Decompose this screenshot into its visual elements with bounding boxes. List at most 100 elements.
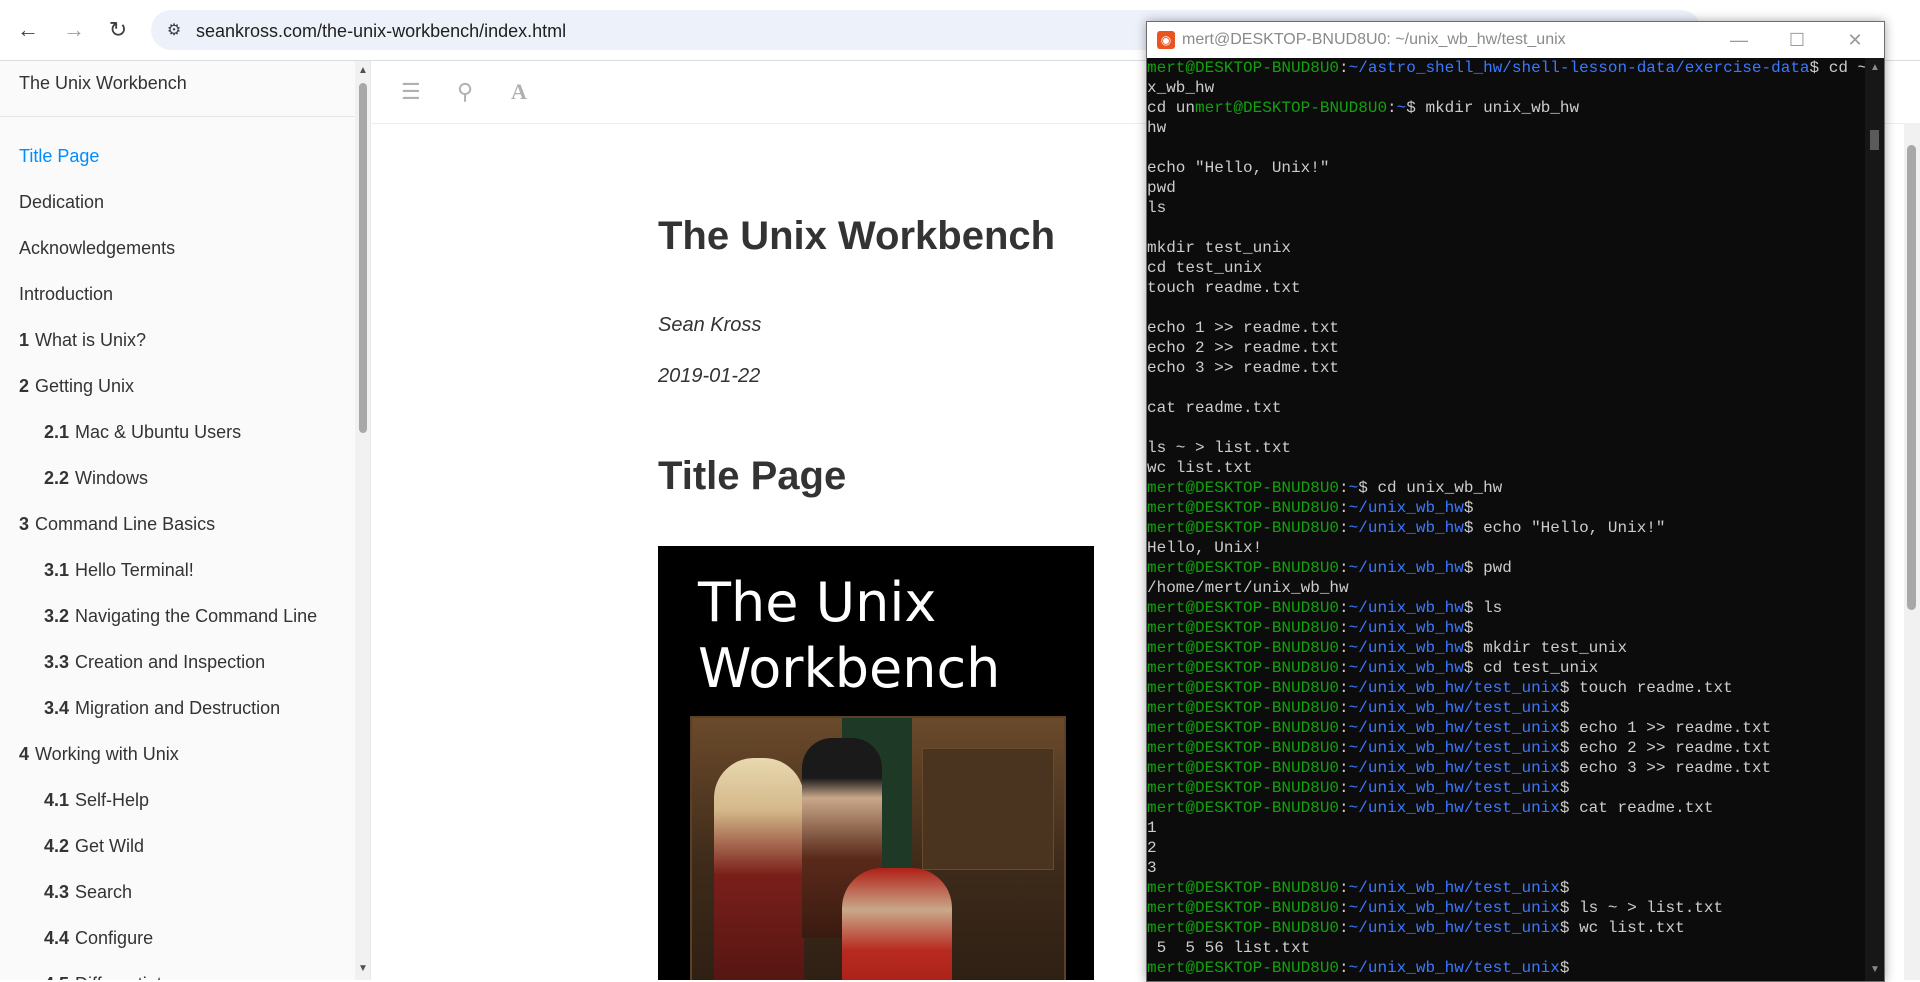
sidebar-item[interactable]: 3.1 Hello Terminal!: [0, 547, 355, 593]
sidebar-item-label: Get Wild: [75, 836, 145, 856]
sidebar-item[interactable]: 2.2 Windows: [0, 455, 355, 501]
sidebar-item[interactable]: 2.1 Mac & Ubuntu Users: [0, 409, 355, 455]
close-icon[interactable]: ✕: [1826, 22, 1884, 58]
sidebar-item-number: 4.4: [44, 928, 70, 948]
terminal-text: $ ls: [1463, 599, 1503, 617]
minimize-icon[interactable]: —: [1710, 22, 1768, 58]
scroll-down-arrow-icon[interactable]: ▼: [358, 963, 368, 974]
terminal-output[interactable]: mert@DESKTOP-BNUD8U0: ~/astro_shell_hw/sh…: [1147, 58, 1865, 981]
terminal-line: mert@DESKTOP-BNUD8U0:~/unix_wb_hw/test_u…: [1147, 898, 1865, 918]
terminal-line: ls: [1147, 198, 1865, 218]
terminal-line: echo 3 >> readme.txt: [1147, 358, 1865, 378]
terminal-text: $ cd ~: [1809, 59, 1865, 77]
terminal-line: mert@DESKTOP-BNUD8U0:~/unix_wb_hw$ mkdir…: [1147, 638, 1865, 658]
sidebar-item[interactable]: 4.1 Self-Help: [0, 777, 355, 823]
terminal-text: 5 5 56 list.txt: [1147, 939, 1311, 957]
search-icon[interactable]: ⚲: [457, 79, 473, 105]
site-info-icon[interactable]: ⚙: [163, 19, 185, 41]
url-text[interactable]: seankross.com/the-unix-workbench/index.h…: [196, 21, 566, 42]
terminal-window[interactable]: ◉ mert@DESKTOP-BNUD8U0: ~/unix_wb_hw/tes…: [1146, 21, 1885, 982]
terminal-line: Hello, Unix!: [1147, 538, 1865, 558]
prompt-path: ~/unix_wb_hw/test_unix: [1348, 739, 1560, 757]
terminal-line: mert@DESKTOP-BNUD8U0:~/unix_wb_hw/test_u…: [1147, 958, 1865, 978]
sidebar-scroll-thumb[interactable]: [359, 83, 367, 433]
sidebar-item[interactable]: Dedication: [0, 179, 355, 225]
terminal-line: 5 5 56 list.txt: [1147, 938, 1865, 958]
terminal-title: mert@DESKTOP-BNUD8U0: ~/unix_wb_hw/test_…: [1182, 31, 1566, 48]
sidebar-item[interactable]: Introduction: [0, 271, 355, 317]
terminal-scroll-thumb[interactable]: [1870, 130, 1879, 150]
sidebar-item[interactable]: 4 Working with Unix: [0, 731, 355, 777]
terminal-line: mert@DESKTOP-BNUD8U0:~/unix_wb_hw/test_u…: [1147, 698, 1865, 718]
sidebar-book-title[interactable]: The Unix Workbench: [19, 73, 187, 94]
prompt-path: ~/unix_wb_hw/test_unix: [1348, 799, 1560, 817]
terminal-text: $: [1559, 959, 1570, 977]
prompt-user: mert@DESKTOP-BNUD8U0: [1147, 59, 1340, 77]
terminal-text: :: [1339, 899, 1349, 917]
page-scrollbar[interactable]: [1904, 123, 1920, 980]
prompt-path: ~/astro_shell_hw/shell-lesson-data/exerc…: [1348, 59, 1810, 77]
sidebar-item-label: Differentiate: [75, 974, 172, 980]
sidebar-item[interactable]: 4.3 Search: [0, 869, 355, 915]
terminal-text: $ cd unix_wb_hw: [1358, 479, 1503, 497]
sidebar-item-label: Configure: [75, 928, 154, 948]
terminal-text: hw: [1147, 119, 1167, 137]
sidebar-item[interactable]: 3.3 Creation and Inspection: [0, 639, 355, 685]
sidebar-item[interactable]: Acknowledgements: [0, 225, 355, 271]
terminal-line: mert@DESKTOP-BNUD8U0:~/unix_wb_hw/test_u…: [1147, 678, 1865, 698]
sidebar-item[interactable]: 3.2 Navigating the Command Line: [0, 593, 355, 639]
publish-date: 2019-01-22: [658, 365, 761, 387]
list-icon[interactable]: ☰: [401, 79, 421, 105]
sidebar-item-label: Windows: [75, 468, 149, 488]
terminal-text: echo "Hello, Unix!": [1147, 159, 1330, 177]
terminal-scroll-up-icon[interactable]: ▲: [1870, 62, 1880, 73]
terminal-text: 3: [1147, 859, 1157, 877]
sidebar-item[interactable]: Title Page: [0, 133, 355, 179]
terminal-text: :: [1339, 659, 1349, 677]
sidebar-item[interactable]: 2 Getting Unix: [0, 363, 355, 409]
prompt-path: ~: [1348, 479, 1359, 497]
font-settings-icon[interactable]: A: [511, 79, 527, 105]
terminal-text: :: [1339, 479, 1349, 497]
prompt-path: ~/unix_wb_hw/test_unix: [1348, 919, 1560, 937]
section-heading: Title Page: [658, 454, 847, 498]
sidebar-item-label: Introduction: [19, 284, 114, 304]
sidebar-item-number: 1: [19, 330, 30, 350]
ubuntu-icon: ◉: [1157, 31, 1175, 49]
sidebar-item[interactable]: 4.4 Configure: [0, 915, 355, 961]
scroll-up-arrow-icon[interactable]: ▲: [358, 65, 368, 76]
sidebar-item-label: Command Line Basics: [35, 514, 216, 534]
terminal-text: $: [1559, 779, 1570, 797]
sidebar-item-label: Dedication: [19, 192, 105, 212]
maximize-icon[interactable]: ☐: [1768, 22, 1826, 58]
sidebar-item-label: What is Unix?: [35, 330, 147, 350]
prompt-user: mert@DESKTOP-BNUD8U0: [1147, 699, 1340, 717]
cover-title-line2: Workbench: [698, 637, 1001, 700]
terminal-scrollbar[interactable]: ▲ ▼: [1865, 58, 1884, 981]
page-scroll-thumb[interactable]: [1907, 145, 1916, 610]
arrow-right-icon[interactable]: →: [58, 14, 90, 46]
sidebar-item-label: Migration and Destruction: [75, 698, 281, 718]
terminal-line: echo 1 >> readme.txt: [1147, 318, 1865, 338]
reload-icon[interactable]: ↻: [102, 14, 134, 46]
sidebar-scrollbar[interactable]: ▲ ▼: [355, 61, 370, 980]
terminal-line: mert@DESKTOP-BNUD8U0:~/unix_wb_hw$ cd te…: [1147, 658, 1865, 678]
terminal-text: pwd: [1147, 179, 1176, 197]
book-summary-sidebar: The Unix Workbench Title Page Dedication A…: [0, 61, 371, 980]
terminal-text: ls ~ > list.txt: [1147, 439, 1292, 457]
terminal-line: mert@DESKTOP-BNUD8U0:~/unix_wb_hw$: [1147, 498, 1865, 518]
terminal-scroll-down-icon[interactable]: ▼: [1870, 964, 1880, 975]
terminal-text: $ mkdir unix_wb_hw: [1406, 99, 1580, 117]
sidebar-item[interactable]: 3 Command Line Basics: [0, 501, 355, 547]
prompt-user: mert@DESKTOP-BNUD8U0: [1147, 879, 1340, 897]
arrow-left-icon[interactable]: ←: [12, 14, 44, 46]
prompt-user: mert@DESKTOP-BNUD8U0: [1147, 639, 1340, 657]
terminal-line: cat readme.txt: [1147, 398, 1865, 418]
sidebar-item[interactable]: 3.4 Migration and Destruction: [0, 685, 355, 731]
terminal-titlebar[interactable]: ◉ mert@DESKTOP-BNUD8U0: ~/unix_wb_hw/tes…: [1147, 22, 1884, 58]
sidebar-item[interactable]: 1 What is Unix?: [0, 317, 355, 363]
sidebar-item[interactable]: 4.5 Differentiate: [0, 961, 355, 980]
sidebar-item[interactable]: 4.2 Get Wild: [0, 823, 355, 869]
